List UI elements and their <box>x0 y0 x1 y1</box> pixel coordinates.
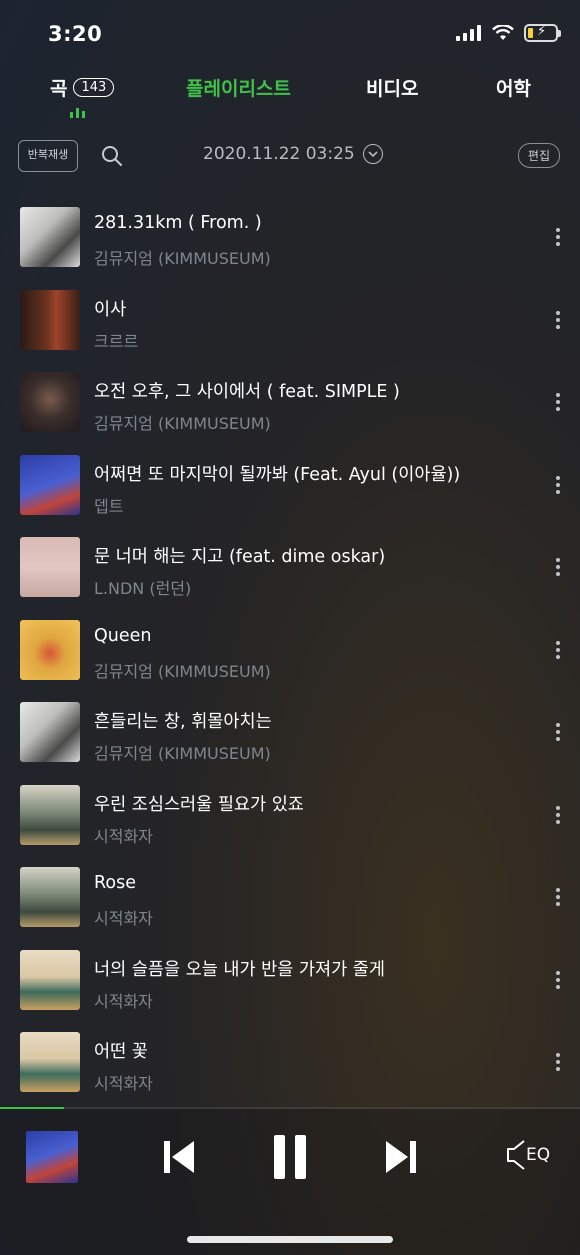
more-options-icon[interactable] <box>556 310 560 329</box>
song-artist: L.NDN (런던) <box>94 579 192 598</box>
search-icon[interactable] <box>100 144 124 168</box>
home-indicator <box>187 1236 393 1243</box>
song-title: 어떤 꽃 <box>94 1042 148 1062</box>
album-art <box>20 619 80 680</box>
album-art <box>20 867 80 927</box>
pause-icon[interactable] <box>272 1133 308 1181</box>
song-list: 281.31km ( From. ) 김뮤지엄 (KIMMUSEUM) 이사 크… <box>0 195 580 1103</box>
song-artist: 뎁트 <box>94 496 124 516</box>
song-title: Queen <box>94 625 152 646</box>
more-options-icon[interactable] <box>556 640 560 659</box>
battery-icon: ⚡ <box>524 24 561 42</box>
list-toolbar: 반복재생 2020.11.22 03:25 편집 <box>0 130 580 180</box>
more-options-icon[interactable] <box>556 393 560 411</box>
more-options-icon[interactable] <box>556 723 560 741</box>
more-options-icon[interactable] <box>556 228 560 246</box>
tab-songs[interactable]: 곡 143 <box>50 74 115 101</box>
tab-video[interactable]: 비디오 <box>366 74 418 101</box>
song-artist: 시적화자 <box>94 1074 153 1093</box>
equalizer-button[interactable]: EQ <box>506 1139 550 1171</box>
album-art <box>20 207 80 267</box>
song-item[interactable]: 흔들리는 창, 휘몰아치는 김뮤지엄 (KIMMUSEUM) <box>0 690 580 773</box>
song-artist: 김뮤지엄 (KIMMUSEUM) <box>94 661 271 681</box>
top-tabs: 곡 143 플레이리스트 비디오 어학 <box>0 64 580 120</box>
more-options-icon[interactable] <box>556 475 560 494</box>
speaker-icon <box>507 1140 525 1170</box>
song-artist: 김뮤지엄 (KIMMUSEUM) <box>94 414 271 433</box>
clock: 3:20 <box>48 22 103 46</box>
song-item[interactable]: 너의 슬픔을 오늘 내가 반을 가져가 줄게 시적화자 <box>0 938 580 1021</box>
tab-songs-label: 곡 <box>50 78 68 100</box>
album-art <box>20 454 80 515</box>
playback-progress-bar[interactable] <box>0 1107 580 1109</box>
song-artist: 시적화자 <box>94 909 153 928</box>
song-item[interactable]: 281.31km ( From. ) 김뮤지엄 (KIMMUSEUM) <box>0 195 580 278</box>
song-item[interactable]: 오전 오후, 그 사이에서 ( feat. SIMPLE ) 김뮤지엄 (KIM… <box>0 360 580 443</box>
mini-player: EQ <box>0 1107 580 1255</box>
date-filter-label: 2020.11.22 03:25 <box>203 144 355 164</box>
song-title: 오전 오후, 그 사이에서 ( feat. SIMPLE ) <box>94 382 400 402</box>
album-art <box>20 949 80 1010</box>
more-options-icon[interactable] <box>556 970 560 989</box>
song-title: 이사 <box>94 299 127 320</box>
chevron-down-icon <box>362 144 383 164</box>
status-bar: 3:20 ⚡ <box>0 0 580 64</box>
album-art <box>20 702 80 762</box>
song-item[interactable]: Queen 김뮤지엄 (KIMMUSEUM) <box>0 608 580 691</box>
tab-playlist[interactable]: 플레이리스트 <box>186 74 291 101</box>
song-title: Rose <box>94 873 136 893</box>
now-playing-album-art[interactable] <box>26 1131 78 1183</box>
song-title: 문 너머 해는 지고 (feat. dime oskar) <box>94 547 386 567</box>
album-art <box>20 784 80 845</box>
song-title: 흔들리는 창, 휘몰아치는 <box>94 712 272 732</box>
song-title: 우린 조심스러울 필요가 있죠 <box>94 794 304 815</box>
song-artist: 시적화자 <box>94 991 153 1011</box>
song-item[interactable]: 어쩌면 또 마지막이 될까봐 (Feat. Ayul (이아율)) 뎁트 <box>0 443 580 526</box>
more-options-icon[interactable] <box>556 558 560 576</box>
song-item[interactable]: 어떤 꽃 시적화자 <box>0 1020 580 1103</box>
previous-track-icon[interactable] <box>162 1137 196 1177</box>
album-art <box>20 537 80 597</box>
next-track-icon[interactable] <box>384 1137 418 1177</box>
song-title: 너의 슬픔을 오늘 내가 반을 가져가 줄게 <box>94 959 385 980</box>
more-options-icon[interactable] <box>556 888 560 906</box>
status-icons: ⚡ <box>456 24 561 42</box>
song-artist: 크르르 <box>94 331 139 351</box>
song-title: 281.31km ( From. ) <box>94 213 262 233</box>
songs-count-badge: 143 <box>73 78 115 97</box>
song-title: 어쩌면 또 마지막이 될까봐 (Feat. Ayul (이아율)) <box>94 464 461 485</box>
album-art <box>20 372 80 432</box>
song-artist: 시적화자 <box>94 826 153 846</box>
playback-progress-fill <box>0 1107 64 1109</box>
repeat-button[interactable]: 반복재생 <box>18 140 78 172</box>
song-item[interactable]: Rose 시적화자 <box>0 855 580 938</box>
song-artist: 김뮤지엄 (KIMMUSEUM) <box>94 249 271 268</box>
song-item[interactable]: 우린 조심스러울 필요가 있죠 시적화자 <box>0 773 580 856</box>
song-artist: 김뮤지엄 (KIMMUSEUM) <box>94 744 271 763</box>
signal-icon <box>456 25 481 41</box>
more-options-icon[interactable] <box>556 805 560 824</box>
tab-language[interactable]: 어학 <box>496 74 531 101</box>
eq-label: EQ <box>526 1145 551 1165</box>
more-options-icon[interactable] <box>556 1053 560 1071</box>
now-playing-indicator-icon <box>70 106 85 118</box>
album-art <box>20 289 80 350</box>
wifi-icon <box>492 25 514 40</box>
song-item[interactable]: 이사 크르르 <box>0 278 580 361</box>
date-filter[interactable]: 2020.11.22 03:25 <box>203 144 383 164</box>
album-art <box>20 1032 80 1092</box>
song-item[interactable]: 문 너머 해는 지고 (feat. dime oskar) L.NDN (런던) <box>0 525 580 608</box>
edit-button[interactable]: 편집 <box>517 143 560 168</box>
